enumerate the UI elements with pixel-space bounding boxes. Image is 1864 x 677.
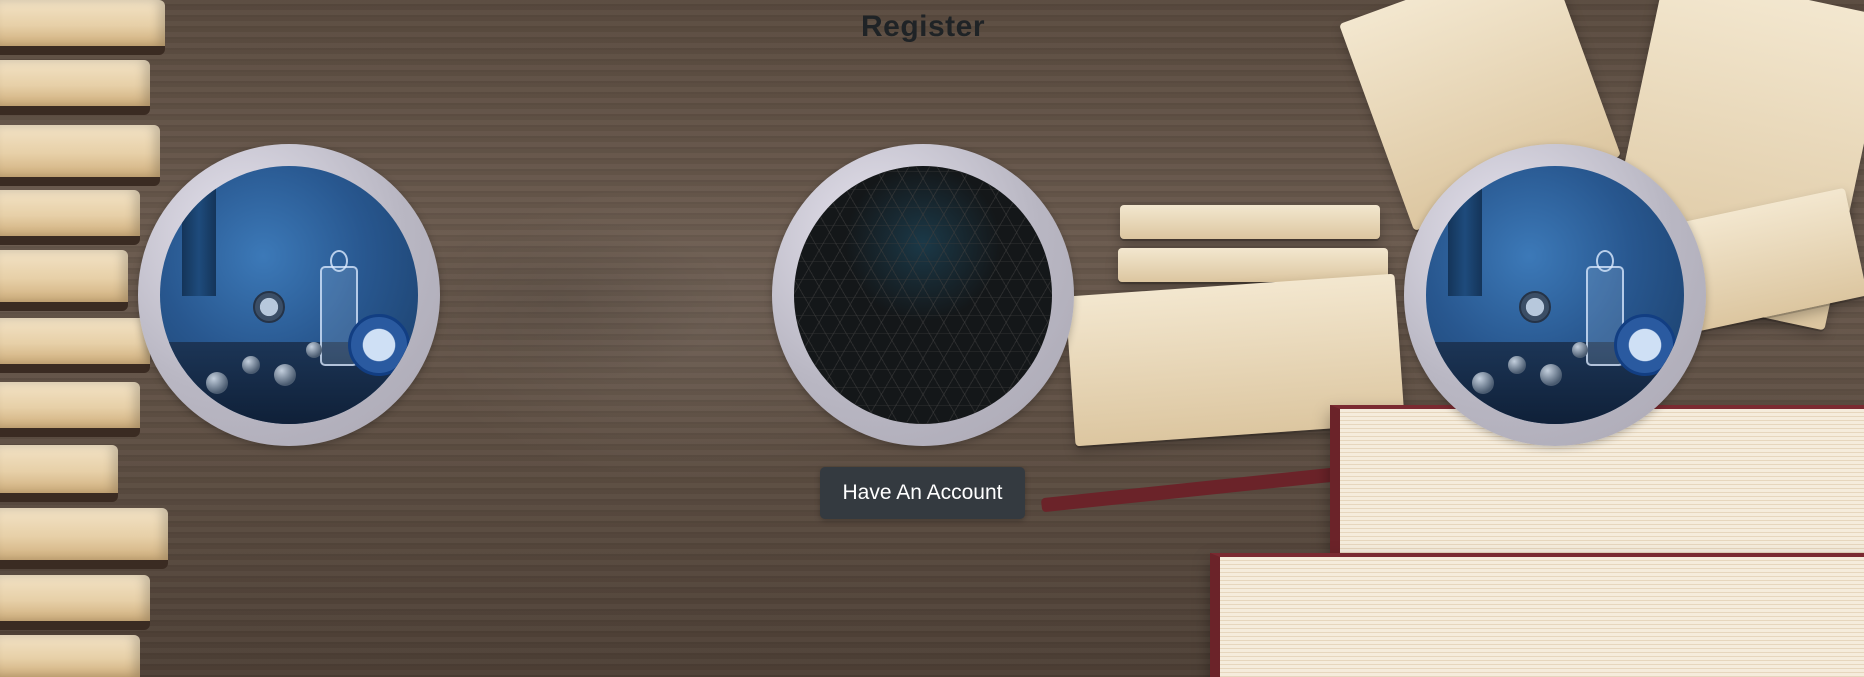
profile-image-option[interactable]: [1404, 144, 1706, 446]
alarm-clock-icon: [1614, 314, 1676, 376]
alarm-clock-icon: [1519, 291, 1551, 323]
hexagon-pattern-image: [794, 166, 1052, 424]
have-an-account-button[interactable]: Have An Account: [820, 467, 1025, 519]
page-title: Register: [860, 10, 986, 43]
profile-image-option[interactable]: [138, 144, 440, 446]
alarm-clock-icon: [348, 314, 410, 376]
blue-still-life-image: [1426, 166, 1684, 424]
alarm-clock-icon: [253, 291, 285, 323]
blue-still-life-image: [160, 166, 418, 424]
register-page: Register Have An Account: [0, 0, 1864, 677]
profile-image-option[interactable]: [772, 144, 1074, 446]
